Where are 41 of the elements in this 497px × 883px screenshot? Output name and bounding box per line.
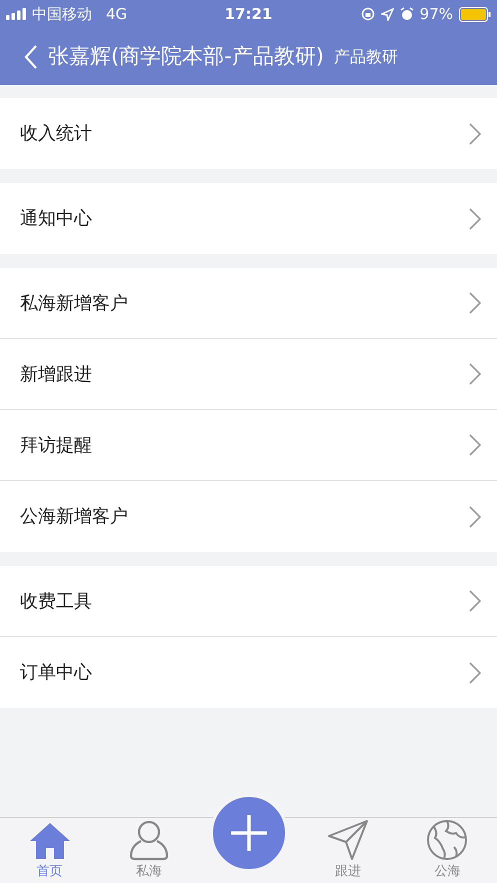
menu-row[interactable]: 拜访提醒 [0,410,497,481]
menu-row[interactable]: 私海新增客户 [0,268,497,339]
person-icon [128,818,170,860]
menu-label: 公海新增客户 [20,505,128,529]
menu-label: 拜访提醒 [20,434,92,458]
menu-label: 收费工具 [20,590,92,614]
location-icon [380,8,394,20]
chevron-right-icon [469,292,481,314]
battery-icon [459,6,491,22]
menu-label: 收入统计 [20,122,92,146]
chevron-right-icon [469,590,481,612]
globe-icon [426,818,468,860]
alarm-icon [400,7,414,21]
rotation-lock-icon [360,7,375,21]
network-type: 4G [106,4,128,25]
menu-row[interactable]: 收入统计 [0,98,497,169]
menu-row[interactable]: 新增跟进 [0,339,497,410]
status-time: 17:21 [224,4,272,23]
menu-label: 新增跟进 [20,362,92,386]
paper-plane-icon [326,818,369,860]
chevron-right-icon [469,662,481,684]
back-icon[interactable] [24,44,38,70]
chevron-right-icon [469,122,481,144]
signal-icon [6,8,28,20]
battery-percent: 97% [420,4,453,25]
chevron-right-icon [469,208,481,230]
menu-row[interactable]: 通知中心 [0,183,497,254]
chevron-right-icon [469,506,481,528]
menu-row[interactable]: 公海新增客户 [0,481,497,552]
menu-row[interactable]: 收费工具 [0,566,497,637]
menu-label: 私海新增客户 [20,292,128,316]
menu-label: 通知中心 [20,207,92,231]
menu-row[interactable]: 订单中心 [0,637,497,708]
plus-icon [230,815,267,851]
header-title: 张嘉辉(商学院本部-产品教研) [48,42,324,70]
header-subtitle: 产品教研 [334,46,398,68]
carrier-name: 中国移动 [32,4,92,25]
chevron-right-icon [469,363,481,385]
menu-label: 订单中心 [20,661,92,685]
chevron-right-icon [469,434,481,456]
home-icon [28,820,72,860]
